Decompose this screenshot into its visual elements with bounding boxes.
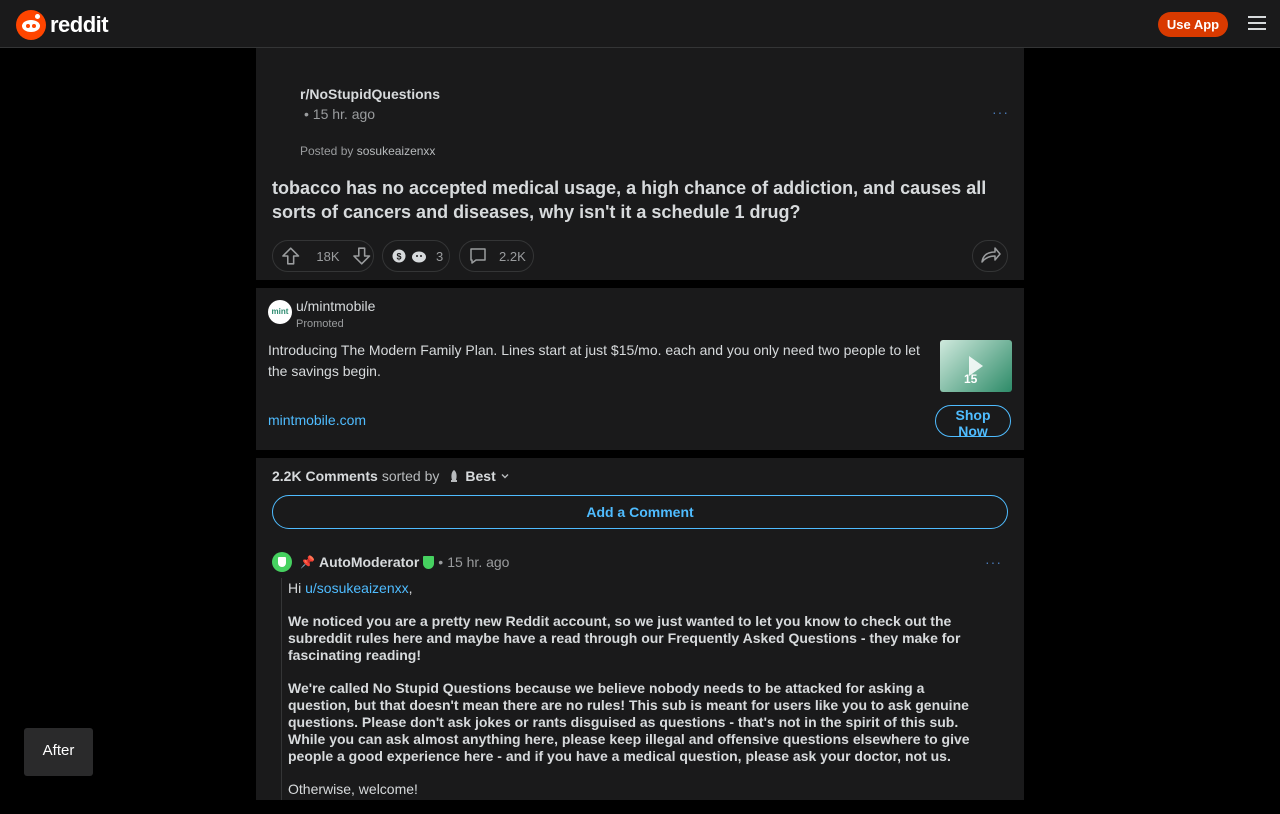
promoted-post: mint u/mintmobile Promoted Introducing T… [256, 288, 1024, 450]
ad-text[interactable]: Introducing The Modern Family Plan. Line… [268, 340, 928, 382]
comments-count: 2.2K Comments [272, 468, 378, 484]
comment-time: 15 hr. ago [447, 554, 510, 570]
greeting-punctuation: , [408, 580, 413, 596]
top-bar: reddit Use App [0, 0, 1280, 48]
advertiser-avatar[interactable]: mint [268, 300, 292, 324]
sorted-by-label: sorted by [381, 468, 440, 484]
comment-paragraph-3: Otherwise, welcome! [288, 781, 418, 797]
post-author[interactable]: sosukeaizenxx [357, 144, 436, 158]
shield-icon [278, 557, 286, 567]
use-app-button[interactable]: Use App [1158, 12, 1228, 37]
share-arrow-icon [981, 247, 1001, 263]
comment-more-options-icon[interactable]: ··· [985, 554, 1002, 570]
vote-bar: 18K [272, 240, 374, 272]
sort-value[interactable]: Best [465, 468, 495, 484]
automoderator-avatar[interactable] [272, 552, 292, 572]
ad-domain-link[interactable]: mintmobile.com [268, 412, 366, 428]
rocket-icon [451, 470, 458, 482]
comment-author[interactable]: AutoModerator [319, 554, 419, 570]
thread-line[interactable] [281, 578, 282, 800]
greeting-text: Hi [288, 580, 302, 596]
comments-section: 2.2K Comments sorted by Best Add a Comme… [256, 458, 1024, 800]
award-count: 3 [436, 248, 444, 264]
advertiser-name[interactable]: u/mintmobile [296, 298, 375, 314]
post-time: • 15 hr. ago [304, 106, 376, 122]
comment-count: 2.2K [499, 248, 526, 264]
comments-button[interactable]: 2.2K [459, 240, 534, 272]
hamburger-menu-icon[interactable] [1248, 16, 1266, 30]
comment-body: Hi u/sosukeaizenxx, We noticed you are a… [288, 580, 988, 814]
comment-paragraph-2: We're called No Stupid Questions because… [288, 680, 970, 764]
svg-text:$: $ [396, 252, 401, 262]
downvote-icon[interactable] [350, 244, 373, 268]
shop-now-button[interactable]: Shop Now [935, 405, 1011, 439]
promoted-label: Promoted [296, 318, 344, 330]
posted-by-label: Posted by [300, 144, 354, 158]
comment-greeting: Hi u/sosukeaizenxx, [288, 580, 988, 597]
comment-header: 📌 AutoModerator • 15 hr. ago [300, 554, 509, 570]
post-card: r/NoStupidQuestions • 15 hr. ago ··· Pos… [256, 48, 1024, 280]
ad-thumb-text: 15 [964, 372, 978, 386]
add-comment-button[interactable]: Add a Comment [272, 495, 1008, 529]
subreddit-name[interactable]: r/NoStupidQuestions [300, 86, 440, 102]
vote-count: 18K [316, 248, 340, 264]
comment-sort-bar: 2.2K Comments sorted by Best [272, 468, 510, 484]
award-coin-icon: $ [392, 249, 406, 263]
award-face-icon [412, 251, 426, 263]
post-title[interactable]: tobacco has no accepted medical usage, a… [272, 176, 992, 224]
brand-name: reddit [50, 12, 109, 37]
upvote-icon[interactable] [279, 244, 302, 268]
comment-dot-separator: • [438, 554, 444, 570]
comment-bubble-icon [470, 248, 486, 264]
comment-paragraph-1: We noticed you are a pretty new Reddit a… [288, 613, 961, 663]
ad-video-thumbnail[interactable]: 15 [940, 340, 1012, 392]
moderator-shield-icon [423, 555, 435, 569]
share-button[interactable] [972, 240, 1008, 272]
pin-icon: 📌 [300, 555, 315, 569]
mentioned-user-link[interactable]: u/sosukeaizenxx [305, 580, 409, 596]
after-label: After [24, 728, 93, 776]
awards-button[interactable]: $ 3 [382, 240, 450, 272]
chevron-down-icon[interactable] [500, 471, 510, 481]
posted-by: Posted by sosukeaizenxx [300, 144, 435, 158]
reddit-logo[interactable]: reddit [16, 10, 109, 40]
reddit-snoo-icon [16, 10, 46, 40]
more-options-icon[interactable]: ··· [992, 104, 1009, 120]
